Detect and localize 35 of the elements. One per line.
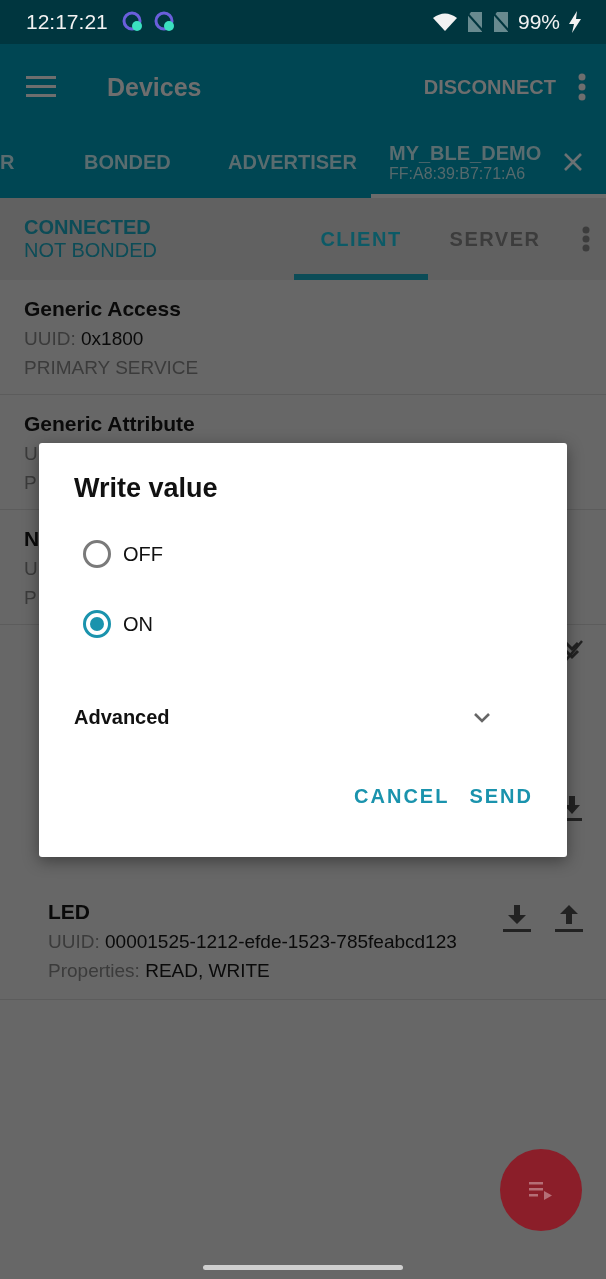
advanced-toggle[interactable]: Advanced — [74, 706, 533, 729]
device-tab[interactable]: ADVERTISER — [228, 130, 371, 198]
radio-option[interactable]: OFF — [83, 540, 533, 568]
overflow-menu-icon[interactable] — [582, 226, 590, 252]
connection-state: CONNECTED — [24, 216, 152, 239]
service-name: Generic Access — [24, 296, 182, 322]
radio-button[interactable] — [83, 610, 111, 638]
app-notification-icon — [121, 11, 144, 33]
app-notification-icon — [153, 11, 176, 33]
overflow-menu-icon[interactable] — [578, 73, 586, 101]
service-name: N — [24, 527, 40, 550]
no-sim-icon — [491, 11, 510, 33]
wifi-icon — [431, 12, 458, 32]
radio-option[interactable]: ON — [83, 610, 533, 638]
app-bar-title: Devices — [107, 72, 202, 102]
navigation-handle[interactable] — [203, 1265, 403, 1270]
bond-state: NOT BONDED — [24, 239, 158, 262]
charging-icon — [568, 11, 582, 33]
disconnect-button[interactable]: DISCONNECT — [423, 75, 556, 99]
device-tab[interactable]: BONDED — [84, 130, 228, 198]
no-sim-icon — [465, 11, 484, 33]
mode-tab[interactable]: CLIENT — [294, 198, 428, 280]
service-name: Generic Attribute — [24, 412, 195, 435]
radio-button[interactable] — [83, 540, 111, 568]
dialog-button[interactable]: CANCEL — [354, 781, 450, 812]
menu-icon[interactable] — [26, 76, 56, 98]
characteristic-name: LED — [48, 899, 91, 925]
playlist-icon — [529, 1180, 553, 1200]
dialog-button[interactable]: SEND — [469, 781, 533, 812]
close-icon[interactable] — [563, 152, 584, 172]
battery-level: 99% — [517, 10, 560, 34]
upload-icon[interactable] — [554, 903, 584, 933]
dialog-title: Write value — [74, 473, 219, 504]
device-tab[interactable]: R — [0, 130, 84, 198]
clock: 12:17:21 — [26, 10, 108, 34]
